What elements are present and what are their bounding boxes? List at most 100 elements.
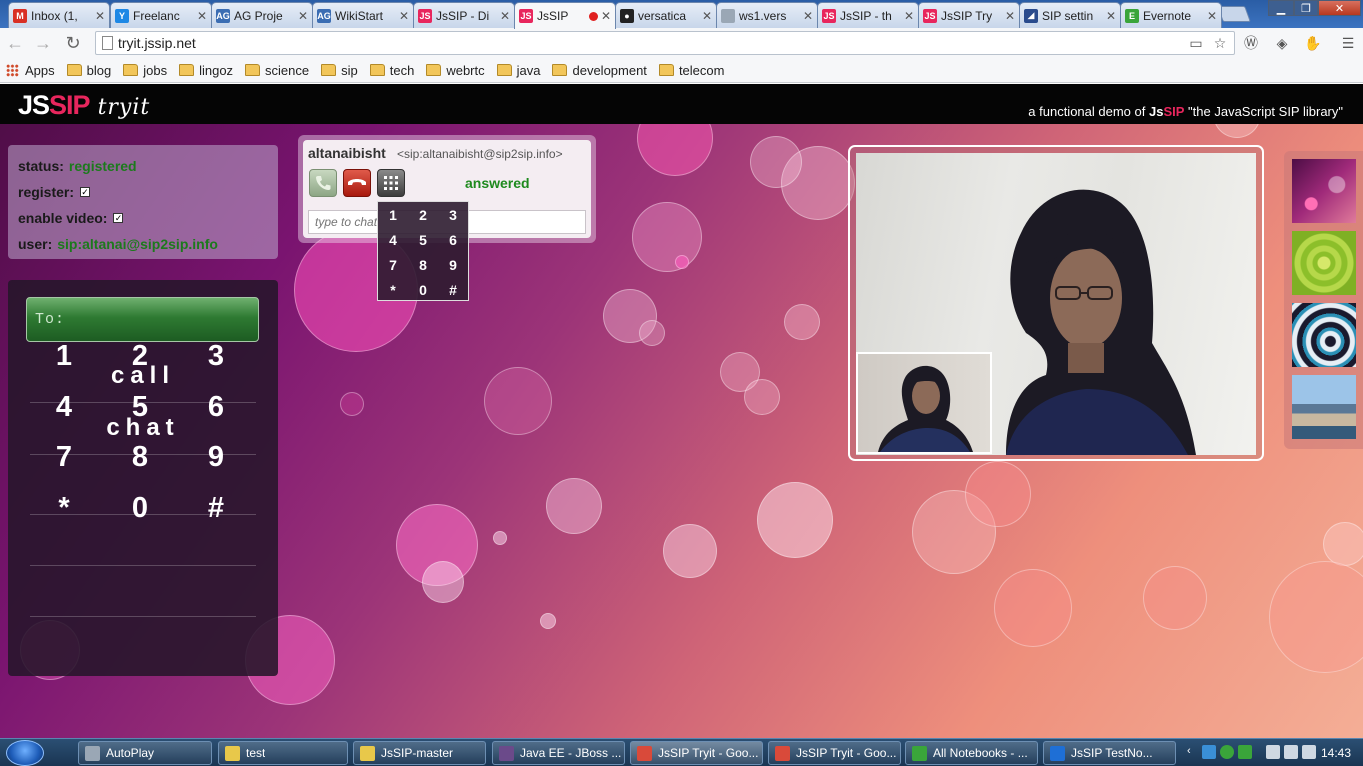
- taskbar-item[interactable]: All Notebooks - ...: [905, 741, 1038, 765]
- folder-icon: [426, 64, 442, 76]
- bookmark-folder[interactable]: java: [496, 63, 540, 78]
- extension-2-icon[interactable]: ✋: [1303, 33, 1323, 53]
- tray-expand-icon[interactable]: ‹: [1187, 745, 1201, 759]
- dialpad-key[interactable]: 1: [34, 336, 94, 376]
- back-arrow-icon[interactable]: ←: [4, 32, 26, 54]
- dtmf-key[interactable]: #: [438, 277, 468, 302]
- close-tab-icon[interactable]: ✕: [298, 9, 308, 23]
- close-tab-icon[interactable]: ✕: [702, 9, 712, 23]
- new-tab-button[interactable]: [1217, 6, 1251, 22]
- browser-tab[interactable]: ● versatica ✕: [615, 2, 717, 28]
- dialpad-key[interactable]: 8: [110, 437, 170, 477]
- taskbar-item[interactable]: JsSIP-master: [353, 741, 486, 765]
- dtmf-key[interactable]: 2: [408, 202, 438, 227]
- taskbar-item[interactable]: AutoPlay: [78, 741, 212, 765]
- close-tab-icon[interactable]: ✕: [95, 9, 105, 23]
- minimize-button[interactable]: ▁: [1268, 0, 1294, 16]
- tray-evernote-icon[interactable]: [1238, 745, 1252, 759]
- taskbar-item[interactable]: JsSIP TestNo...: [1043, 741, 1176, 765]
- tray-display-icon[interactable]: [1284, 745, 1298, 759]
- bookmark-star-icon[interactable]: ☆: [1210, 33, 1230, 53]
- theme-thumbnail-building[interactable]: [1292, 375, 1356, 439]
- browser-tab[interactable]: ◢ SIP settin ✕: [1019, 2, 1121, 28]
- maximize-button[interactable]: ❐: [1294, 0, 1318, 16]
- dtmf-key[interactable]: 6: [438, 227, 468, 252]
- start-button[interactable]: [6, 740, 44, 766]
- dialpad-key[interactable]: *: [34, 488, 94, 528]
- dtmf-key[interactable]: *: [378, 277, 408, 302]
- browser-tab[interactable]: AG AG Proje ✕: [211, 2, 313, 28]
- bookmark-folder[interactable]: telecom: [658, 63, 724, 78]
- dialpad-key[interactable]: 0: [110, 488, 170, 528]
- dialpad-key[interactable]: 3: [186, 336, 246, 376]
- browser-tab[interactable]: E Evernote ✕: [1120, 2, 1222, 28]
- browser-tab[interactable]: Y Freelanc ✕: [110, 2, 212, 28]
- close-tab-icon[interactable]: ✕: [904, 9, 914, 23]
- browser-tab[interactable]: JS JsSIP - Di ✕: [413, 2, 515, 28]
- close-tab-icon[interactable]: ✕: [1207, 9, 1217, 23]
- dtmf-key[interactable]: 0: [408, 277, 438, 302]
- dialpad-key[interactable]: 5: [110, 387, 170, 427]
- close-tab-icon[interactable]: ✕: [500, 9, 510, 23]
- close-window-button[interactable]: ✕: [1318, 0, 1361, 16]
- close-tab-icon[interactable]: ✕: [803, 9, 813, 23]
- bookmark-folder[interactable]: lingoz: [179, 63, 233, 78]
- wikipedia-icon[interactable]: Ⓦ: [1241, 33, 1261, 53]
- tray-app-icon[interactable]: [1220, 745, 1234, 759]
- taskbar-item[interactable]: JsSIP Tryit - Goo...: [768, 741, 901, 765]
- address-bar[interactable]: tryit.jssip.net: [95, 31, 1235, 55]
- tray-flag-icon[interactable]: [1266, 745, 1280, 759]
- reload-icon[interactable]: ↻: [62, 32, 84, 54]
- browser-tab[interactable]: AG WikiStart ✕: [312, 2, 414, 28]
- dialpad-key[interactable]: 7: [34, 437, 94, 477]
- theme-thumbnail-green[interactable]: [1292, 231, 1356, 295]
- hangup-call-icon[interactable]: [343, 169, 371, 197]
- close-tab-icon[interactable]: ✕: [399, 9, 409, 23]
- dialpad-icon[interactable]: [377, 169, 405, 197]
- browser-tab[interactable]: JS JsSIP ✕: [514, 2, 616, 29]
- camera-icon[interactable]: ▭: [1186, 33, 1206, 53]
- register-checkbox[interactable]: ✓: [80, 187, 91, 197]
- dtmf-key[interactable]: 8: [408, 252, 438, 277]
- dialpad-key[interactable]: 4: [34, 387, 94, 427]
- answer-call-icon[interactable]: [309, 169, 337, 197]
- bookmark-folder[interactable]: blog: [66, 63, 111, 78]
- bookmark-folder[interactable]: sip: [321, 63, 358, 78]
- dialpad-key[interactable]: 9: [186, 437, 246, 477]
- taskbar-item[interactable]: Java EE - JBoss ...: [492, 741, 625, 765]
- bookmark-folder[interactable]: development: [552, 63, 647, 78]
- tray-network-icon[interactable]: [1202, 745, 1216, 759]
- bookmark-folder[interactable]: webrtc: [426, 63, 485, 78]
- dtmf-key[interactable]: 7: [378, 252, 408, 277]
- tab-label: WikiStart: [335, 8, 383, 23]
- bookmark-folder[interactable]: tech: [369, 63, 414, 78]
- bookmark-apps[interactable]: Apps: [6, 63, 55, 78]
- close-tab-icon[interactable]: ✕: [197, 9, 207, 23]
- browser-tab[interactable]: JS JsSIP Try ✕: [918, 2, 1020, 28]
- browser-tab[interactable]: ws1.vers ✕: [716, 2, 818, 28]
- theme-thumbnail-bubbles[interactable]: [1292, 159, 1356, 223]
- taskbar-item[interactable]: test: [218, 741, 348, 765]
- extension-icon[interactable]: ◈: [1272, 33, 1292, 53]
- enable-video-checkbox[interactable]: ✓: [113, 213, 124, 223]
- dialpad-key[interactable]: 2: [110, 336, 170, 376]
- taskbar-item[interactable]: JsSIP Tryit - Goo...: [630, 741, 763, 765]
- theme-thumbnail-swirl[interactable]: [1292, 303, 1356, 367]
- dtmf-key[interactable]: 5: [408, 227, 438, 252]
- dtmf-key[interactable]: 4: [378, 227, 408, 252]
- forward-arrow-icon[interactable]: →: [32, 32, 54, 54]
- tray-volume-icon[interactable]: [1302, 745, 1316, 759]
- dtmf-key[interactable]: 3: [438, 202, 468, 227]
- close-tab-icon[interactable]: ✕: [1005, 9, 1015, 23]
- close-tab-icon[interactable]: ✕: [1106, 9, 1116, 23]
- bookmark-folder[interactable]: science: [245, 63, 309, 78]
- bookmark-folder[interactable]: jobs: [123, 63, 167, 78]
- dialpad-key[interactable]: 6: [186, 387, 246, 427]
- dtmf-key[interactable]: 1: [378, 202, 408, 227]
- menu-icon[interactable]: ☰: [1338, 33, 1358, 53]
- dialpad-key[interactable]: #: [186, 488, 246, 528]
- browser-tab[interactable]: M Inbox (1, ✕: [8, 2, 110, 28]
- close-tab-icon[interactable]: ✕: [601, 9, 611, 23]
- dtmf-key[interactable]: 9: [438, 252, 468, 277]
- browser-tab[interactable]: JS JsSIP - th ✕: [817, 2, 919, 28]
